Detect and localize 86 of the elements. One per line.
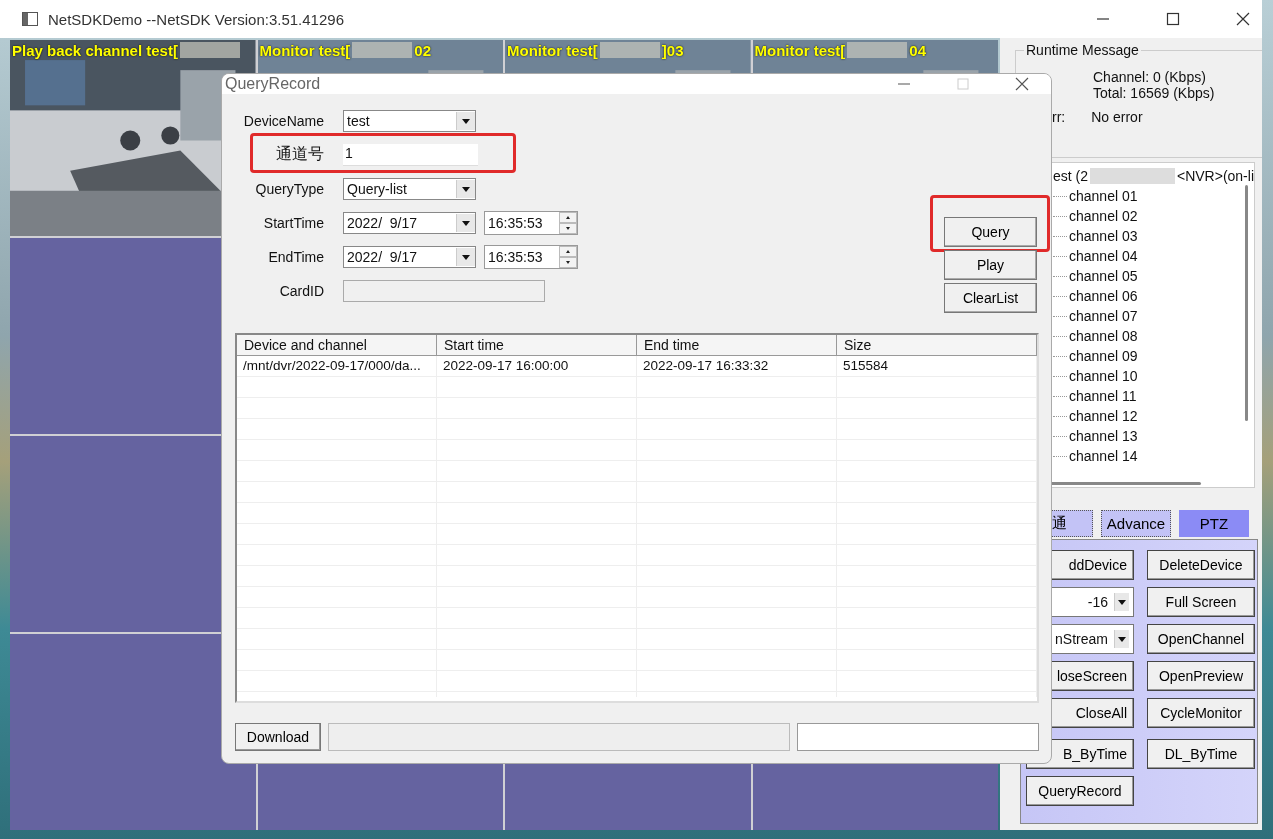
time-field[interactable]: 16:35:53 bbox=[484, 210, 578, 235]
tree-item[interactable]: channel 02 bbox=[1069, 208, 1138, 224]
spin-arrows-icon[interactable] bbox=[559, 245, 577, 268]
tab[interactable]: Advance bbox=[1101, 510, 1171, 537]
field-label: QueryType bbox=[254, 180, 324, 197]
input-field[interactable] bbox=[797, 723, 1039, 751]
tree-item[interactable]: channel 03 bbox=[1069, 228, 1138, 244]
table-cell: 2022-09-17 16:33:32 bbox=[637, 356, 837, 377]
total-rate: Total: 16569 (Kbps) bbox=[1093, 85, 1215, 101]
download-button[interactable]: Download bbox=[235, 723, 321, 751]
tree-item[interactable]: est (2 bbox=[1053, 168, 1088, 184]
tree-line bbox=[1053, 395, 1067, 397]
tree-line bbox=[1053, 315, 1067, 317]
tree-line bbox=[1053, 235, 1067, 237]
tree-line bbox=[1053, 335, 1067, 337]
tree-item[interactable]: channel 05 bbox=[1069, 268, 1138, 284]
date-picker[interactable]: 2022/ 9/17 bbox=[343, 245, 476, 268]
window-icon bbox=[22, 12, 38, 26]
field-label: DeviceName bbox=[242, 112, 324, 129]
tree-item[interactable]: channel 08 bbox=[1069, 328, 1138, 344]
video-title: Monitor test[ bbox=[259, 42, 351, 59]
close-icon[interactable] bbox=[1015, 77, 1029, 91]
input-field[interactable]: 1 bbox=[343, 143, 478, 166]
tab[interactable]: PTZ bbox=[1179, 510, 1249, 537]
table-cell: /mnt/dvr/2022-09-17/000/da... bbox=[237, 356, 437, 377]
spin-arrows-icon[interactable] bbox=[559, 211, 577, 234]
tree-line bbox=[1053, 375, 1067, 377]
panel-button[interactable]: OpenChannel bbox=[1147, 624, 1255, 654]
table-cell: 2022-09-17 16:00:00 bbox=[437, 356, 637, 377]
dialog-button[interactable]: Query bbox=[944, 217, 1037, 247]
tree-line bbox=[1053, 455, 1067, 457]
tree-line bbox=[1053, 435, 1067, 437]
panel-button[interactable]: OpenPreview bbox=[1147, 661, 1255, 691]
date-picker[interactable]: 2022/ 9/17 bbox=[343, 211, 476, 234]
tree-item[interactable]: channel 10 bbox=[1069, 368, 1138, 384]
error-message: No error bbox=[1091, 109, 1143, 125]
tree-item[interactable]: channel 06 bbox=[1069, 288, 1138, 304]
table-cell: 515584 bbox=[837, 356, 1037, 377]
tree-item[interactable]: channel 14 bbox=[1069, 448, 1138, 464]
column-header[interactable]: End time bbox=[637, 335, 837, 356]
tree-item[interactable]: channel 09 bbox=[1069, 348, 1138, 364]
tree-item[interactable]: channel 04 bbox=[1069, 248, 1138, 264]
video-title: 02 bbox=[414, 42, 431, 59]
column-header[interactable]: Size bbox=[837, 335, 1037, 356]
channel-rate: Channel: 0 (Kbps) bbox=[1093, 69, 1207, 85]
tree-item[interactable]: channel 13 bbox=[1069, 428, 1138, 444]
video-title: Monitor test[ bbox=[507, 42, 598, 59]
field-label: EndTime bbox=[267, 248, 324, 265]
dialog-title: QueryRecord bbox=[225, 75, 321, 93]
tree-line bbox=[1053, 295, 1067, 297]
tree-line bbox=[1053, 215, 1067, 217]
tree-line bbox=[1053, 195, 1067, 197]
error-label: rr: bbox=[1052, 109, 1066, 125]
tree-line bbox=[1053, 355, 1067, 357]
scrollbar[interactable] bbox=[1245, 185, 1248, 421]
dialog-button[interactable]: Play bbox=[944, 250, 1037, 280]
column-header[interactable]: Device and channel bbox=[237, 335, 437, 356]
tree-line bbox=[1053, 415, 1067, 417]
field-label: CardID bbox=[278, 282, 324, 299]
maximize-icon[interactable] bbox=[1166, 12, 1180, 26]
tree-item[interactable]: channel 12 bbox=[1069, 408, 1138, 424]
video-title: ]03 bbox=[661, 42, 684, 59]
panel-button[interactable]: DeleteDevice bbox=[1147, 550, 1255, 580]
video-title: 04 bbox=[909, 42, 926, 59]
tree-item[interactable]: channel 11 bbox=[1069, 388, 1137, 404]
tree-line bbox=[1053, 275, 1067, 277]
panel-button[interactable]: QueryRecord bbox=[1026, 776, 1134, 806]
tree-item[interactable]: channel 07 bbox=[1069, 308, 1138, 324]
time-field[interactable]: 16:35:53 bbox=[484, 244, 578, 269]
dropdown[interactable]: Query-list bbox=[343, 177, 476, 200]
tree-item[interactable]: <NVR>(on-li bbox=[1176, 168, 1254, 184]
field-label: 通道号 bbox=[275, 144, 324, 164]
window-title: NetSDKDemo --NetSDK Version:3.51.41296 bbox=[48, 10, 344, 28]
close-icon[interactable] bbox=[1236, 12, 1250, 26]
panel-button[interactable]: DL_ByTime bbox=[1147, 739, 1255, 769]
video-title: Monitor test[ bbox=[754, 42, 846, 59]
panel-button[interactable]: CycleMonitor bbox=[1147, 698, 1255, 728]
group-title: Runtime Message bbox=[1024, 42, 1141, 58]
video-title: Play back channel test[ bbox=[12, 42, 178, 59]
panel-button[interactable]: Full Screen bbox=[1147, 587, 1255, 617]
column-header[interactable]: Start time bbox=[437, 335, 637, 356]
tree-item[interactable]: channel 01 bbox=[1069, 188, 1138, 204]
dropdown[interactable]: test bbox=[343, 109, 476, 132]
tree-line bbox=[1053, 255, 1067, 257]
field-label: StartTime bbox=[262, 214, 324, 231]
dialog-button[interactable]: ClearList bbox=[944, 283, 1037, 313]
